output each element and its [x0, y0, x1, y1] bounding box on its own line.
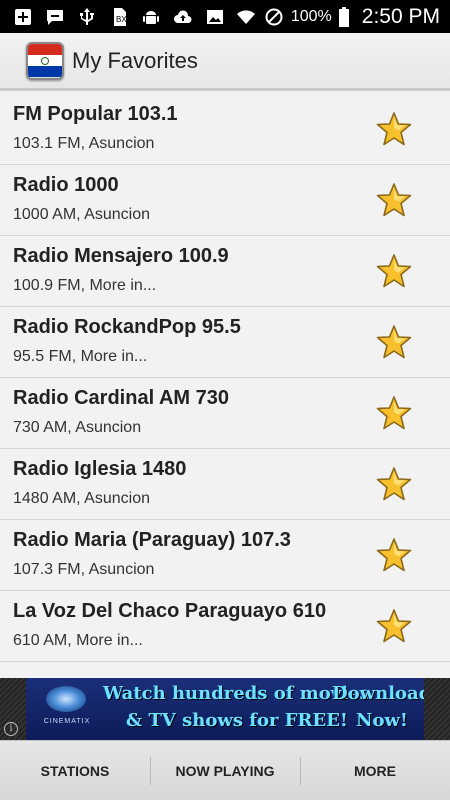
- station-name: Radio Maria (Paraguay) 107.3: [13, 529, 291, 551]
- ad-cta-1: Download: [332, 683, 424, 704]
- notification-icons: BX: [12, 7, 226, 27]
- favorite-star-icon[interactable]: [376, 325, 412, 359]
- cloud-upload-icon: [172, 7, 194, 27]
- list-item[interactable]: Radio 1000 1000 AM, Asuncion: [0, 165, 450, 236]
- favorite-star-icon[interactable]: [376, 396, 412, 430]
- bottom-tab-bar: STATIONS NOW PLAYING MORE: [0, 740, 450, 800]
- tab-stations[interactable]: STATIONS: [0, 741, 150, 800]
- ad-headline-1: Watch hundreds of movies: [103, 683, 370, 704]
- image-icon: [204, 7, 226, 27]
- station-detail: 107.3 FM, Asuncion: [13, 561, 155, 578]
- ad-headline-2: & TV shows for FREE!: [126, 710, 348, 731]
- sim-icon: BX: [108, 7, 130, 27]
- station-detail: 1000 AM, Asuncion: [13, 206, 150, 223]
- usb-icon: [76, 7, 98, 27]
- status-bar: BX 100% 2:50 PM: [0, 0, 450, 33]
- station-name: Radio Cardinal AM 730: [13, 387, 229, 409]
- station-name: Radio Iglesia 1480: [13, 458, 187, 480]
- svg-text:BX: BX: [116, 15, 127, 24]
- station-detail: 1480 AM, Asuncion: [13, 490, 150, 507]
- list-item[interactable]: Radio Iglesia 1480 1480 AM, Asuncion: [0, 449, 450, 520]
- action-bar: My Favorites: [0, 33, 450, 91]
- station-name: Radio 1000: [13, 174, 119, 196]
- ad-area: i CINEMATIX Watch hundreds of movies & T…: [0, 678, 450, 740]
- favorite-star-icon[interactable]: [376, 609, 412, 643]
- favorite-star-icon[interactable]: [376, 254, 412, 288]
- chat-icon: [44, 7, 66, 27]
- favorite-star-icon[interactable]: [376, 112, 412, 146]
- do-not-disturb-icon: [263, 7, 285, 27]
- station-name: Radio Mensajero 100.9: [13, 245, 229, 267]
- wifi-icon: [235, 7, 257, 27]
- ad-banner[interactable]: CINEMATIX Watch hundreds of movies & TV …: [26, 678, 424, 740]
- list-item[interactable]: Radio Cardinal AM 730 730 AM, Asuncion: [0, 378, 450, 449]
- tab-now-playing[interactable]: NOW PLAYING: [150, 741, 300, 800]
- station-detail: 610 AM, More in...: [13, 632, 143, 649]
- android-icon: [140, 7, 162, 27]
- station-name: FM Popular 103.1: [13, 103, 178, 125]
- list-item[interactable]: Radio RockandPop 95.5 95.5 FM, More in..…: [0, 307, 450, 378]
- ad-brand: CINEMATIX: [43, 718, 91, 725]
- list-item[interactable]: La Voz Del Chaco Paraguayo 610 610 AM, M…: [0, 591, 450, 662]
- list-item[interactable]: Radio Mensajero 100.9 100.9 FM, More in.…: [0, 236, 450, 307]
- system-icons: 100% 2:50 PM: [235, 5, 440, 29]
- battery-percent: 100%: [290, 7, 332, 25]
- station-detail: 103.1 FM, Asuncion: [13, 135, 155, 152]
- tab-more[interactable]: MORE: [300, 741, 450, 800]
- favorite-star-icon[interactable]: [376, 467, 412, 501]
- ad-info-icon[interactable]: i: [4, 722, 18, 736]
- favorite-star-icon[interactable]: [376, 183, 412, 217]
- station-detail: 95.5 FM, More in...: [13, 348, 148, 365]
- ad-cta-2: Now!: [356, 710, 408, 731]
- station-detail: 100.9 FM, More in...: [13, 277, 157, 294]
- page-title: My Favorites: [72, 47, 198, 73]
- station-name: Radio RockandPop 95.5: [13, 316, 241, 338]
- battery-icon: [338, 6, 350, 27]
- add-box-icon: [12, 7, 34, 27]
- cinematix-logo: CINEMATIX: [36, 684, 98, 734]
- list-item[interactable]: FM Popular 103.1 103.1 FM, Asuncion: [0, 94, 450, 165]
- favorites-list: FM Popular 103.1 103.1 FM, Asuncion Radi…: [0, 94, 450, 662]
- paraguay-flag-icon[interactable]: [26, 41, 64, 80]
- list-item[interactable]: Radio Maria (Paraguay) 107.3 107.3 FM, A…: [0, 520, 450, 591]
- station-name: La Voz Del Chaco Paraguayo 610: [13, 600, 327, 622]
- station-detail: 730 AM, Asuncion: [13, 419, 142, 436]
- clock: 2:50 PM: [361, 4, 440, 28]
- favorite-star-icon[interactable]: [376, 538, 412, 572]
